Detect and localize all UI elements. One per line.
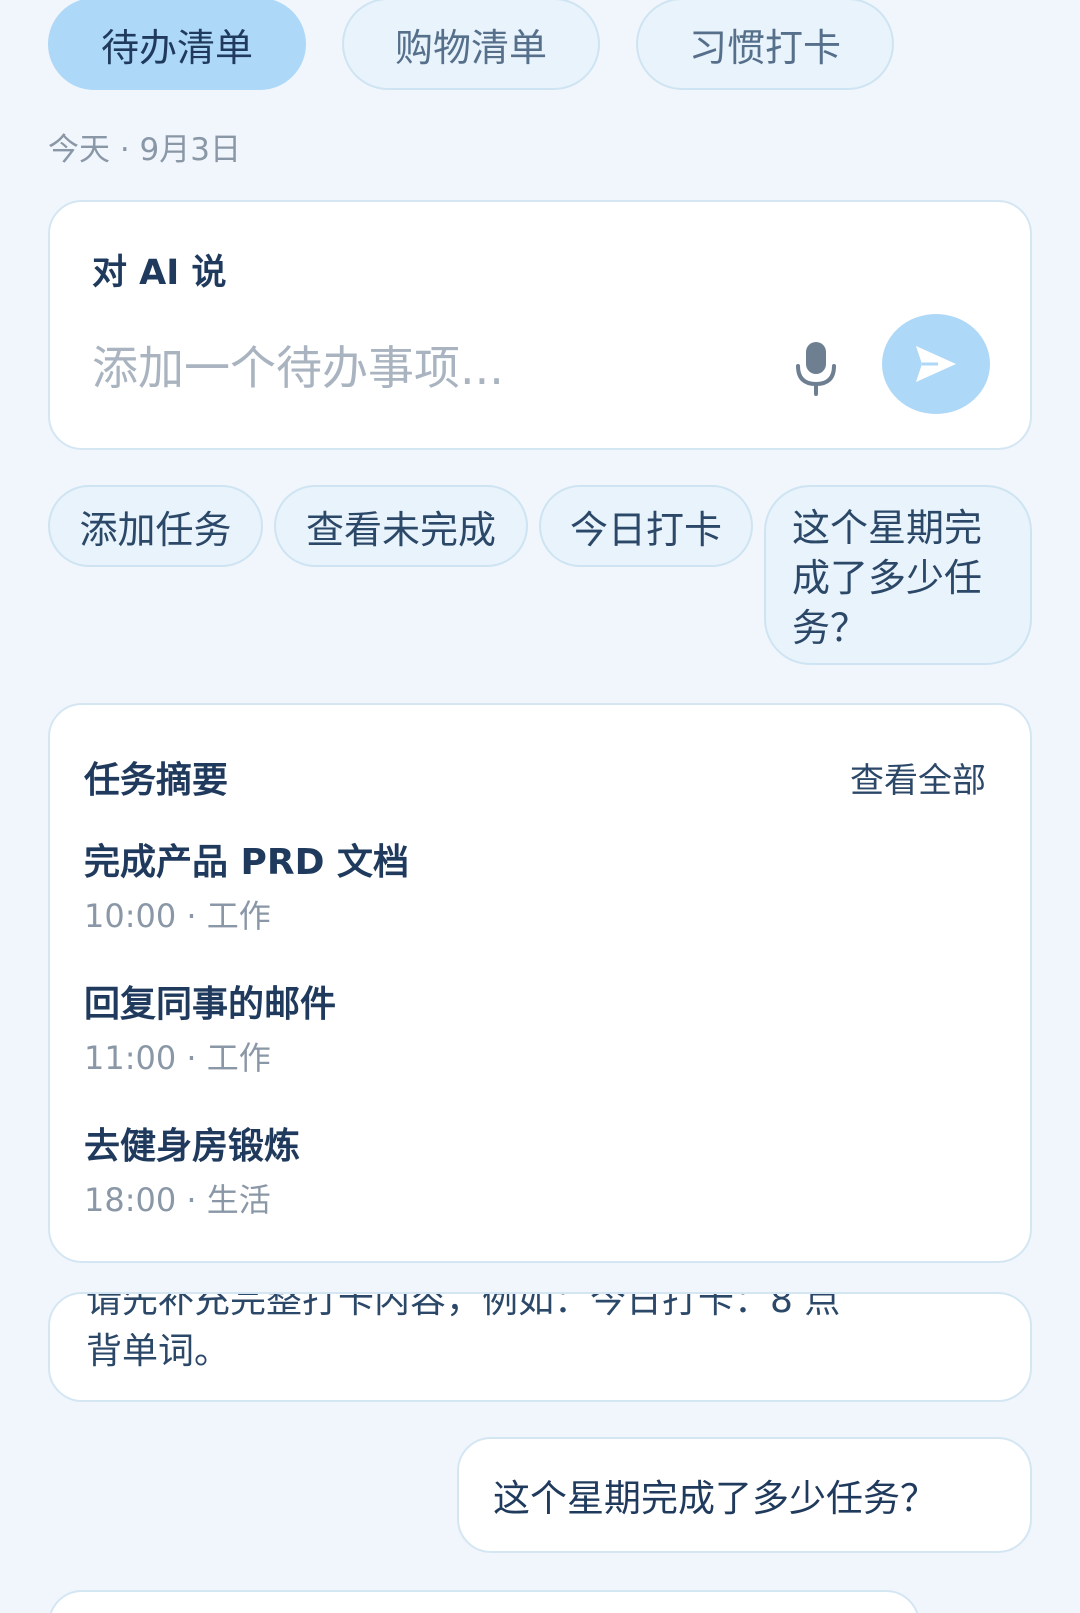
task-meta: 18:00 · 生活 <box>84 1181 271 1219</box>
chip-today-checkin[interactable]: 今日打卡 <box>539 485 753 567</box>
task-item[interactable]: 完成产品 PRD 文档 10:00 · 工作 <box>84 833 409 937</box>
task-name: 去健身房锻炼 <box>84 1126 301 1167</box>
task-summary-card: 任务摘要 查看全部 完成产品 PRD 文档 10:00 · 工作 回复同事的邮件… <box>48 703 1032 1263</box>
next-message-card <box>48 1590 920 1613</box>
ai-input-title: 对 AI 说 <box>92 253 227 293</box>
summary-title: 任务摘要 <box>84 760 229 801</box>
view-all-link[interactable]: 查看全部 <box>850 753 986 802</box>
tab-habit[interactable]: 习惯打卡 <box>636 0 894 90</box>
microphone-icon[interactable] <box>790 340 842 396</box>
list-tabs: 待办清单 购物清单 习惯打卡 <box>48 0 894 90</box>
task-meta: 10:00 · 工作 <box>84 897 271 935</box>
task-item[interactable]: 去健身房锻炼 18:00 · 生活 <box>84 1117 300 1221</box>
message-text-clipped: 请先补充完整打卡内容，例如：今日打卡：8 点 <box>86 1292 841 1321</box>
user-message-bubble: 这个星期完成了多少任务？ <box>457 1437 1032 1553</box>
task-item[interactable]: 回复同事的邮件 11:00 · 工作 <box>84 975 336 1079</box>
chip-weekly-count[interactable]: 这个星期完成了多少任务？ <box>764 485 1032 665</box>
ai-input-card: 对 AI 说 添加一个待办事项... <box>48 200 1032 450</box>
task-name: 完成产品 PRD 文档 <box>84 842 410 883</box>
chip-view-unfinished[interactable]: 查看未完成 <box>274 485 528 567</box>
send-button[interactable] <box>882 314 990 414</box>
ai-message-card: 请先补充完整打卡内容，例如：今日打卡：8 点 背单词。 <box>48 1292 1032 1402</box>
task-meta: 11:00 · 工作 <box>84 1039 271 1077</box>
task-name: 回复同事的邮件 <box>84 984 337 1025</box>
date-label: 今天 · 9月3日 <box>48 132 242 168</box>
message-text: 背单词。 <box>86 1331 231 1372</box>
tab-todo[interactable]: 待办清单 <box>48 0 306 90</box>
todo-input[interactable]: 添加一个待办事项... <box>92 332 732 398</box>
send-icon <box>916 346 956 382</box>
chip-add-task[interactable]: 添加任务 <box>48 485 263 567</box>
tab-shopping[interactable]: 购物清单 <box>342 0 600 90</box>
